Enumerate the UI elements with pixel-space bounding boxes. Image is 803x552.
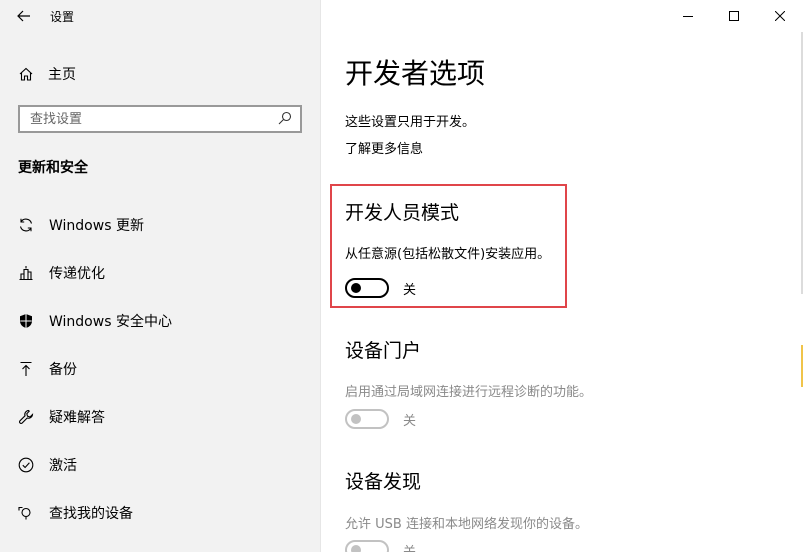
- content-pane: 开发者选项 这些设置只用于开发。 了解更多信息 开发人员模式 从任意源(包括松散…: [321, 0, 803, 552]
- toggle-knob: [351, 283, 361, 293]
- device-discovery-title: 设备发现: [345, 471, 422, 493]
- device-portal-description: 启用通过局域网连接进行远程诊断的功能。: [345, 385, 593, 400]
- search-input[interactable]: [28, 110, 272, 128]
- minimize-button[interactable]: [665, 0, 711, 32]
- device-discovery-toggle-state: 关: [403, 544, 417, 552]
- device-discovery-description: 允许 USB 连接和本地网络发现你的设备。: [345, 517, 588, 532]
- back-button[interactable]: [0, 0, 48, 32]
- settings-window: 设置 主页 更新和安全: [0, 0, 803, 552]
- developer-mode-description: 从任意源(包括松散文件)安装应用。: [345, 247, 551, 262]
- sidebar-item-label: 疑难解答: [49, 410, 105, 426]
- check-circle-icon: [18, 457, 34, 473]
- sidebar-item-windows-security[interactable]: Windows 安全中心: [0, 297, 320, 345]
- search-box[interactable]: [18, 105, 302, 133]
- developer-mode-toggle[interactable]: [345, 278, 389, 298]
- search-icon[interactable]: [278, 110, 292, 129]
- maximize-button[interactable]: [711, 0, 757, 32]
- sidebar-item-backup[interactable]: 备份: [0, 345, 320, 393]
- learn-more-link[interactable]: 了解更多信息: [345, 138, 423, 157]
- intro-text: 这些设置只用于开发。: [345, 115, 476, 130]
- sidebar-item-troubleshoot[interactable]: 疑难解答: [0, 393, 320, 441]
- minimize-icon: [683, 16, 693, 17]
- toggle-knob: [351, 545, 361, 552]
- window-controls: [665, 0, 803, 32]
- device-portal-toggle-state: 关: [403, 413, 417, 429]
- sidebar-item-label: Windows 更新: [49, 218, 144, 234]
- title-bar: 设置: [0, 0, 320, 32]
- developer-mode-title: 开发人员模式: [345, 202, 460, 224]
- sidebar-item-delivery-optimization[interactable]: 传递优化: [0, 249, 320, 297]
- sidebar-item-label: 备份: [49, 362, 77, 378]
- home-icon: [18, 66, 34, 82]
- maximize-icon: [729, 11, 739, 21]
- sidebar-item-label: 传递优化: [49, 266, 105, 282]
- close-button[interactable]: [757, 0, 803, 32]
- device-discovery-toggle[interactable]: [345, 540, 389, 552]
- navigation-pane: 设置 主页 更新和安全: [0, 0, 321, 552]
- shield-icon: [18, 313, 34, 329]
- nav-list: Windows 更新 传递优化 Windows 安全中心 备份 疑难解答 激活 …: [0, 201, 320, 537]
- nav-home-label: 主页: [48, 67, 76, 83]
- sidebar-item-label: Windows 安全中心: [49, 314, 172, 330]
- device-discovery-toggle-row: 关: [345, 540, 416, 552]
- sync-icon: [18, 217, 34, 233]
- sidebar-item-find-my-device[interactable]: 查找我的设备: [0, 489, 320, 537]
- toggle-knob: [351, 414, 361, 424]
- sidebar-item-label: 查找我的设备: [49, 506, 133, 522]
- device-portal-toggle[interactable]: [345, 409, 389, 429]
- sidebar-item-label: 激活: [49, 458, 77, 474]
- back-arrow-icon: [17, 10, 30, 22]
- app-title: 设置: [50, 9, 75, 24]
- section-title: 更新和安全: [18, 160, 88, 176]
- backup-icon: [18, 361, 34, 377]
- sidebar-item-windows-update[interactable]: Windows 更新: [0, 201, 320, 249]
- find-device-icon: [18, 505, 34, 521]
- page-title: 开发者选项: [345, 57, 486, 90]
- nav-home[interactable]: 主页: [0, 60, 320, 88]
- sidebar-item-activation[interactable]: 激活: [0, 441, 320, 489]
- device-portal-title: 设备门户: [345, 340, 422, 362]
- developer-mode-toggle-state: 关: [403, 282, 417, 298]
- close-icon: [775, 11, 785, 21]
- wrench-icon: [18, 409, 34, 425]
- device-portal-toggle-row: 关: [345, 409, 416, 429]
- delivery-optimization-icon: [18, 265, 34, 281]
- developer-mode-toggle-row: 关: [345, 278, 416, 298]
